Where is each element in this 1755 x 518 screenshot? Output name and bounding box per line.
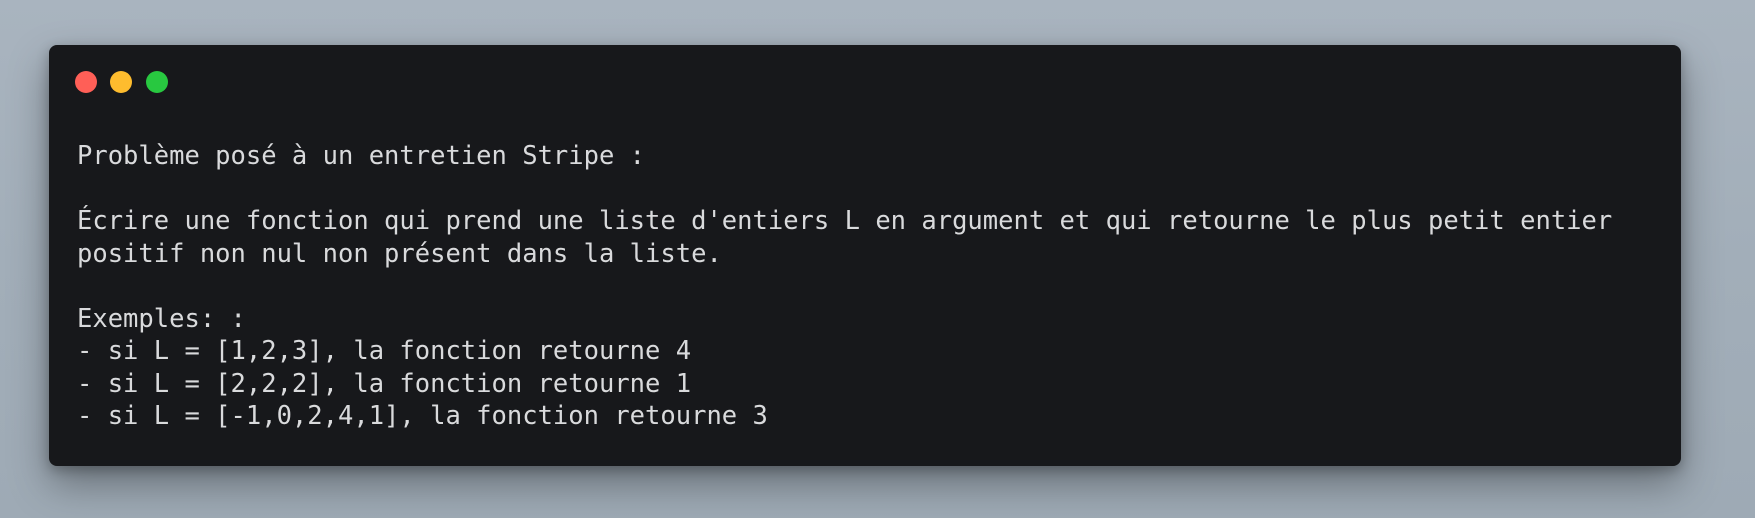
code-window: Problème posé à un entretien Stripe : Éc… (49, 45, 1681, 466)
window-titlebar (49, 45, 1681, 115)
code-line-examples-heading: Exemples: : (77, 303, 246, 334)
code-line-example-3: - si L = [-1,0,2,4,1], la fonction retou… (77, 401, 768, 431)
minimize-window-button[interactable] (110, 71, 132, 93)
zoom-window-button[interactable] (146, 71, 168, 93)
close-window-button[interactable] (75, 71, 97, 93)
code-line-example-2: - si L = [2,2,2], la fonction retourne 1 (77, 368, 692, 399)
code-line-statement-1: Écrire une fonction qui prend une liste … (77, 206, 1613, 236)
code-block: Problème posé à un entretien Stripe : Éc… (77, 140, 1661, 433)
code-line-example-1: - si L = [1,2,3], la fonction retourne 4 (77, 336, 692, 366)
code-line-statement-2: positif non nul non présent dans la list… (77, 238, 722, 269)
code-line-title: Problème posé à un entretien Stripe : (77, 141, 646, 171)
